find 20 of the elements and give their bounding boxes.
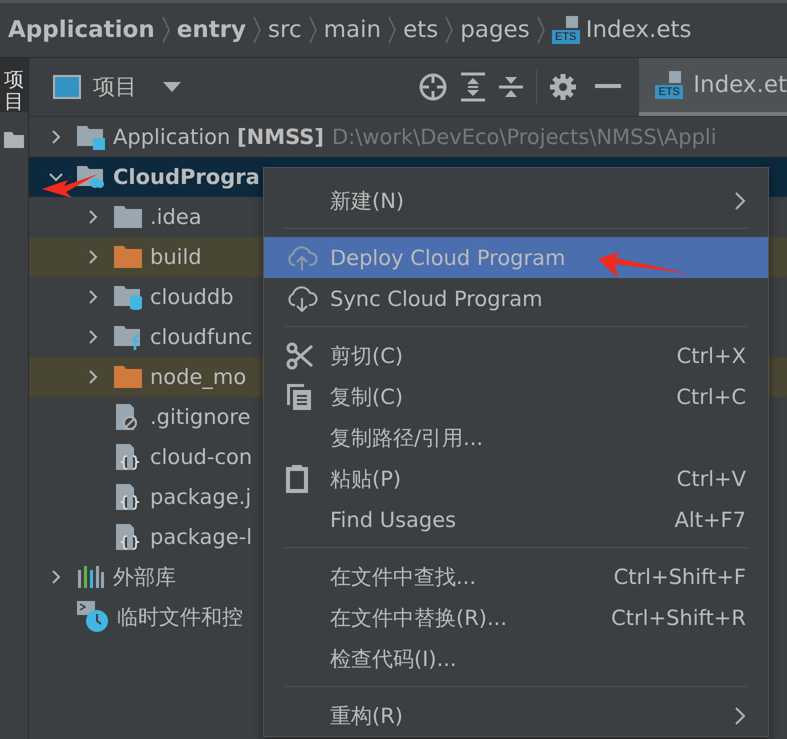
tree-item-label: CloudProgra — [113, 165, 260, 189]
tree-item-label: cloudfunc — [150, 325, 252, 349]
tree-item-label: .gitignore — [150, 405, 250, 429]
project-path: D:\work\DevEco\Projects\NMSS\Appli — [332, 125, 717, 149]
tree-item-label: Application [NMSS] — [113, 125, 324, 149]
tree-item-label: 外部库 — [113, 564, 176, 591]
tree-item-label: 临时文件和控 — [117, 604, 243, 631]
tree-item-label: package-l — [150, 525, 252, 549]
tree-item-label: cloud-con — [150, 445, 252, 469]
shortcut-label: Ctrl+Shift+F — [614, 564, 746, 588]
shortcut-label: Alt+F7 — [674, 508, 746, 532]
shortcut-label: Ctrl+Shift+R — [611, 606, 746, 630]
shortcut-label: Ctrl+X — [676, 344, 746, 368]
tree-item-label: node_mo — [150, 365, 246, 389]
tree-item-label: .idea — [150, 205, 202, 229]
tree-item-label: package.j — [150, 485, 252, 509]
shortcut-label: Ctrl+V — [676, 466, 746, 490]
tree-item-label: build — [150, 245, 202, 269]
shortcut-label: Ctrl+C — [676, 384, 746, 408]
tree-item-label: clouddb — [150, 285, 234, 309]
